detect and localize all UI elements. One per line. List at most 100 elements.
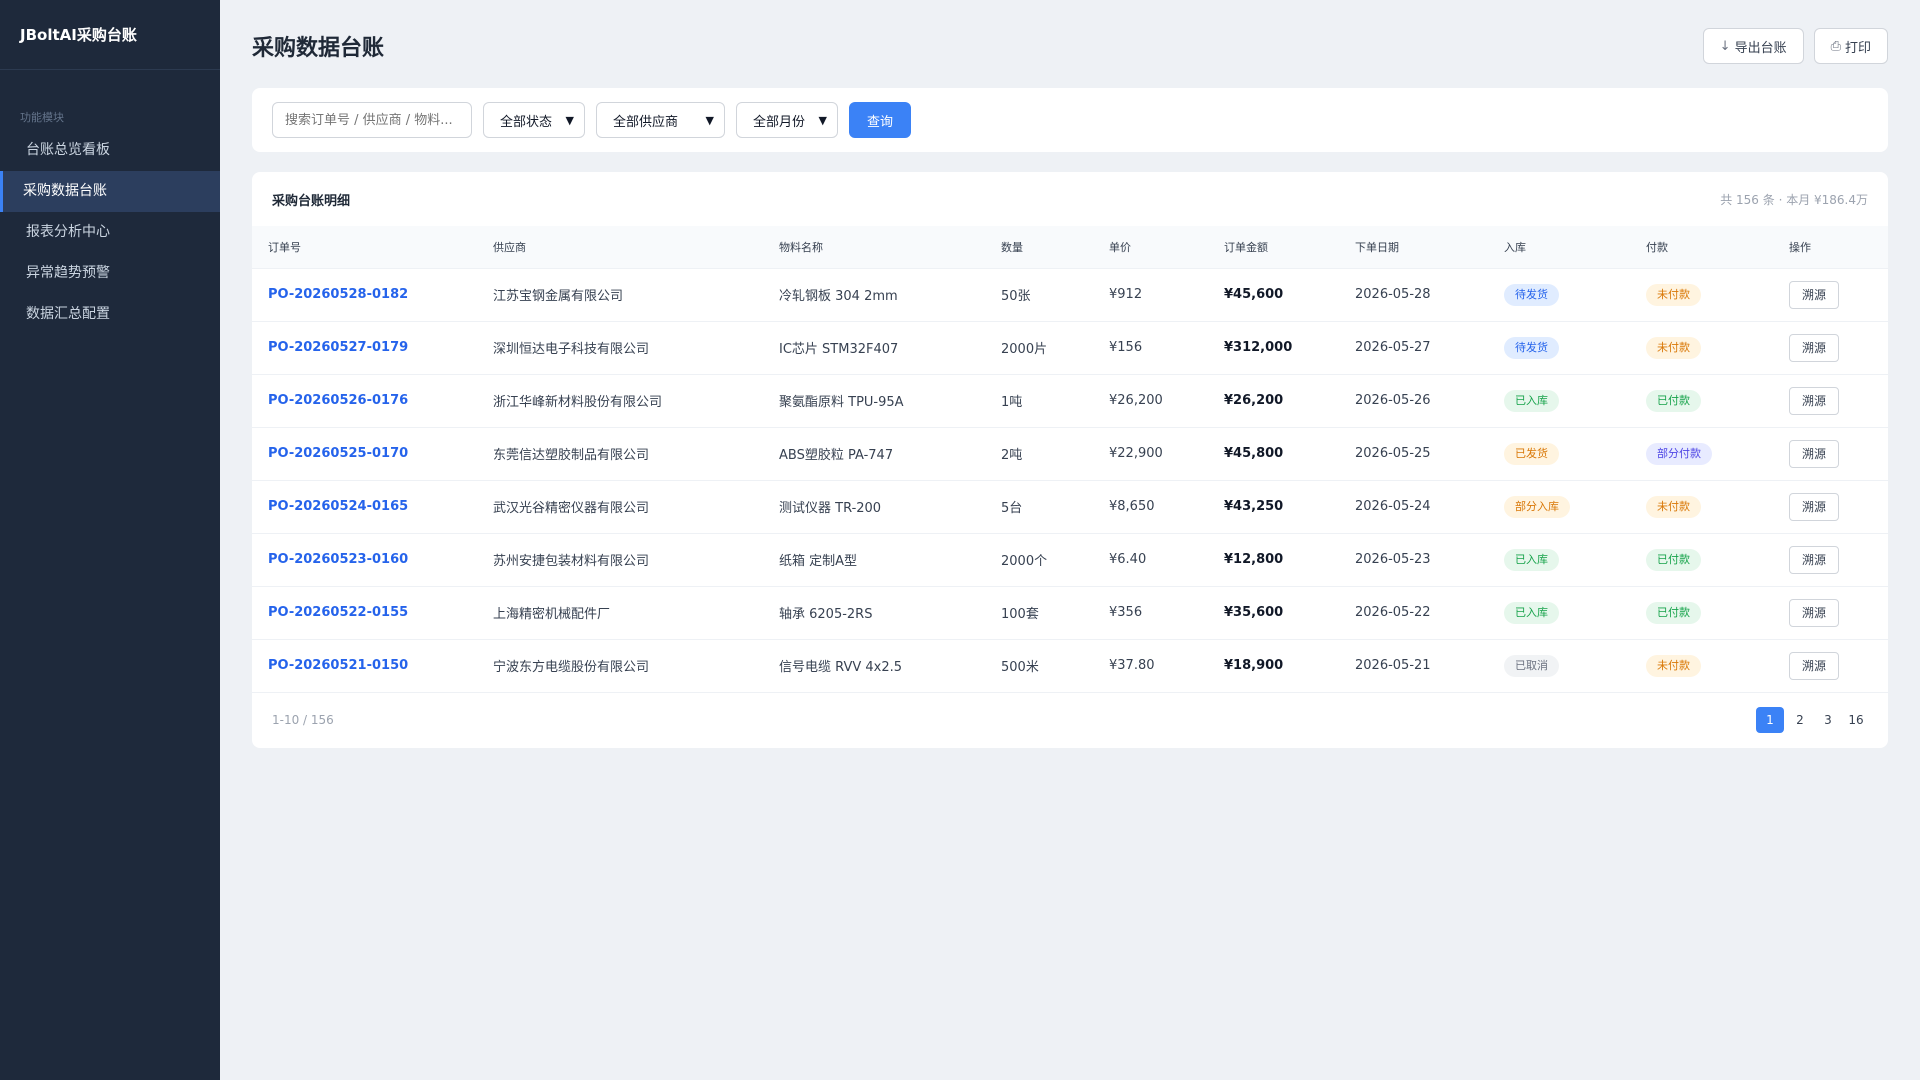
- month-select[interactable]: 全部月份 ▼: [736, 102, 838, 138]
- column-header: 操作: [1773, 226, 1888, 269]
- export-button[interactable]: ↓ 导出台账: [1702, 28, 1804, 64]
- unit-price-cell: ¥37.80: [1093, 639, 1208, 693]
- payment-cell: 未付款: [1630, 321, 1773, 375]
- sidebar-item-4[interactable]: 异常趋势预警: [0, 253, 220, 294]
- supplier-cell: 浙江华峰新材料股份有限公司: [477, 374, 763, 428]
- amount-cell: ¥45,600: [1208, 268, 1339, 322]
- date-cell: 2026-05-21: [1339, 639, 1488, 693]
- payment-cell: 已付款: [1630, 586, 1773, 640]
- stock-status-badge: 待发货: [1504, 336, 1559, 359]
- sidebar-item-2[interactable]: 采购数据台账: [0, 171, 220, 212]
- print-label: 打印: [1844, 40, 1871, 56]
- unit-price-cell: ¥356: [1093, 586, 1208, 640]
- amount-cell: ¥12,800: [1208, 533, 1339, 587]
- page-button[interactable]: 3: [1816, 707, 1840, 733]
- material-cell: 测试仪器 TR-200: [763, 480, 985, 534]
- print-button[interactable]: ⎙ 打印: [1813, 28, 1888, 64]
- chevron-down-icon: ▼: [705, 113, 714, 127]
- material-cell: 纸箱 定制A型: [763, 533, 985, 587]
- unit-price-cell: ¥6.40: [1093, 533, 1208, 587]
- date-cell: 2026-05-26: [1339, 374, 1488, 428]
- stock-cell: 已入库: [1488, 533, 1630, 587]
- trace-button[interactable]: 溯源: [1789, 333, 1839, 362]
- supplier-cell: 江苏宝钢金属有限公司: [477, 268, 763, 322]
- page-button[interactable]: 2: [1788, 707, 1812, 733]
- column-header: 单价: [1093, 226, 1208, 269]
- amount-cell: ¥35,600: [1208, 586, 1339, 640]
- quantity-cell: 2吨: [985, 427, 1093, 481]
- sidebar-item-5[interactable]: 数据汇总配置: [0, 294, 220, 335]
- table-row: PO-20260528-0182 江苏宝钢金属有限公司 冷轧钢板 304 2mm 50…: [252, 268, 1888, 322]
- supplier-cell: 深圳恒达电子科技有限公司: [477, 321, 763, 375]
- status-select-value: 全部状态: [500, 114, 553, 130]
- order-number-link[interactable]: PO-20260527-0179: [252, 321, 477, 375]
- amount-cell: ¥45,800: [1208, 427, 1339, 481]
- payment-cell: 未付款: [1630, 480, 1773, 534]
- supplier-cell: 上海精密机械配件厂: [477, 586, 763, 640]
- order-number-link[interactable]: PO-20260528-0182: [252, 268, 477, 322]
- payment-cell: 已付款: [1630, 374, 1773, 428]
- column-header: 物料名称: [763, 226, 985, 269]
- supplier-cell: 苏州安捷包装材料有限公司: [477, 533, 763, 587]
- trace-button[interactable]: 溯源: [1789, 439, 1839, 468]
- trace-button[interactable]: 溯源: [1789, 492, 1839, 521]
- stock-status-badge: 已发货: [1504, 442, 1559, 465]
- column-header: 订单金额: [1208, 226, 1339, 269]
- trace-button[interactable]: 溯源: [1789, 386, 1839, 415]
- stock-cell: 已入库: [1488, 586, 1630, 640]
- order-number-link[interactable]: PO-20260523-0160: [252, 533, 477, 587]
- order-number-link[interactable]: PO-20260526-0176: [252, 374, 477, 428]
- table-row: PO-20260524-0165 武汉光谷精密仪器有限公司 测试仪器 TR-200 5…: [252, 480, 1888, 534]
- page-button[interactable]: 1: [1756, 707, 1784, 733]
- date-cell: 2026-05-25: [1339, 427, 1488, 481]
- trace-button[interactable]: 溯源: [1789, 280, 1839, 309]
- quantity-cell: 500米: [985, 639, 1093, 693]
- order-number-link[interactable]: PO-20260524-0165: [252, 480, 477, 534]
- query-button[interactable]: 查询: [849, 102, 911, 138]
- card-header: 采购台账明细 共 156 条 · 本月 ¥186.4万: [252, 172, 1888, 226]
- order-number-link[interactable]: PO-20260525-0170: [252, 427, 477, 481]
- order-number-link[interactable]: PO-20260522-0155: [252, 586, 477, 640]
- amount-cell: ¥312,000: [1208, 321, 1339, 375]
- trace-button[interactable]: 溯源: [1789, 545, 1839, 574]
- supplier-select[interactable]: 全部供应商 ▼: [596, 102, 725, 138]
- app-brand: JBoltAI采购台账: [0, 0, 220, 70]
- material-cell: 轴承 6205-2RS: [763, 586, 985, 640]
- table-row: PO-20260525-0170 东莞信达塑胶制品有限公司 ABS塑胶粒 PA-74…: [252, 427, 1888, 481]
- status-select[interactable]: 全部状态 ▼: [483, 102, 585, 138]
- table-footer: 1-10 / 156 1 2 3 16: [252, 692, 1888, 748]
- unit-price-cell: ¥26,200: [1093, 374, 1208, 428]
- sidebar-item-3[interactable]: 报表分析中心: [0, 212, 220, 253]
- trace-button[interactable]: 溯源: [1789, 651, 1839, 680]
- page-button[interactable]: 16: [1844, 707, 1868, 733]
- amount-cell: ¥18,900: [1208, 639, 1339, 693]
- search-input[interactable]: [272, 102, 472, 138]
- table-body: PO-20260528-0182 江苏宝钢金属有限公司 冷轧钢板 304 2mm 50…: [252, 268, 1888, 693]
- stock-status-badge: 部分入库: [1504, 495, 1570, 518]
- table-row: PO-20260527-0179 深圳恒达电子科技有限公司 IC芯片 STM32F4…: [252, 321, 1888, 375]
- action-cell: 溯源: [1773, 321, 1888, 375]
- quantity-cell: 50张: [985, 268, 1093, 322]
- order-number-link[interactable]: PO-20260521-0150: [252, 639, 477, 693]
- trace-button[interactable]: 溯源: [1789, 598, 1839, 627]
- stock-status-badge: 已取消: [1504, 654, 1559, 677]
- stock-status-badge: 已入库: [1504, 548, 1559, 571]
- column-header: 订单号: [252, 226, 477, 269]
- quantity-cell: 2000片: [985, 321, 1093, 375]
- stock-cell: 已入库: [1488, 374, 1630, 428]
- stock-status-badge: 待发货: [1504, 283, 1559, 306]
- sidebar-item-1[interactable]: 台账总览看板: [0, 130, 220, 171]
- date-cell: 2026-05-27: [1339, 321, 1488, 375]
- action-cell: 溯源: [1773, 374, 1888, 428]
- ledger-table: 订单号 供应商 物料名称 数量 单价 订单金额 下单日期 入库 付款 操作 PO-20260528…: [252, 226, 1888, 693]
- action-cell: 溯源: [1773, 268, 1888, 322]
- column-header: 下单日期: [1339, 226, 1488, 269]
- payment-cell: 已付款: [1630, 533, 1773, 587]
- chevron-down-icon: ▼: [565, 113, 574, 127]
- date-cell: 2026-05-28: [1339, 268, 1488, 322]
- export-label: 导出台账: [1734, 40, 1787, 56]
- material-cell: 冷轧钢板 304 2mm: [763, 268, 985, 322]
- table-row: PO-20260522-0155 上海精密机械配件厂 轴承 6205-2RS 100套…: [252, 586, 1888, 640]
- top-actions: ↓ 导出台账 ⎙ 打印: [1702, 28, 1888, 64]
- sidebar-nav: 台账总览看板 采购数据台账 报表分析中心 异常趋势预警 数据汇总配置: [0, 130, 220, 335]
